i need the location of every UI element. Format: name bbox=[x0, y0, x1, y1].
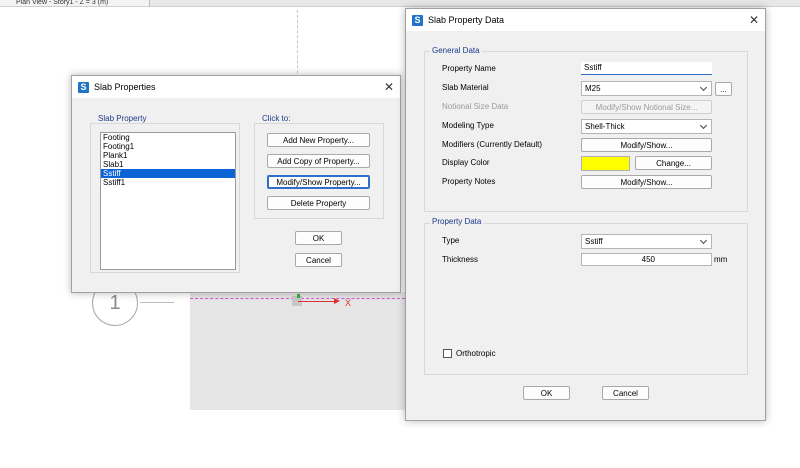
material-more-button[interactable]: ... bbox=[715, 82, 732, 96]
modeling-type-label: Modeling Type bbox=[442, 121, 494, 130]
delete-property-button[interactable]: Delete Property bbox=[267, 196, 370, 210]
add-copy-property-button[interactable]: Add Copy of Property... bbox=[267, 154, 370, 168]
app-logo-icon: S bbox=[412, 14, 423, 26]
property-name-label: Property Name bbox=[442, 64, 496, 73]
notional-size-button[interactable]: Modify/Show Notional Size... bbox=[581, 100, 712, 114]
plan-canvas-area[interactable] bbox=[190, 292, 410, 410]
change-color-button[interactable]: Change... bbox=[635, 156, 712, 170]
thickness-label: Thickness bbox=[442, 255, 479, 264]
notional-size-label: Notional Size Data bbox=[442, 102, 509, 111]
x-axis-arrowhead bbox=[334, 298, 340, 304]
list-item[interactable]: Footing1 bbox=[101, 142, 235, 151]
general-data-group-label: General Data bbox=[430, 46, 482, 55]
add-new-property-button[interactable]: Add New Property... bbox=[267, 133, 370, 147]
x-axis-label: X bbox=[345, 298, 352, 308]
tab-strip bbox=[150, 0, 800, 7]
thickness-unit: mm bbox=[714, 255, 728, 264]
display-color-label: Display Color bbox=[442, 158, 490, 167]
chevron-down-icon bbox=[699, 83, 708, 92]
close-icon[interactable]: ✕ bbox=[378, 76, 400, 98]
slab-property-list[interactable]: Footing Footing1 Plank1 Slab1 Sstiff Sstiff1 bbox=[100, 132, 236, 270]
slab-material-label: Slab Material bbox=[442, 83, 489, 92]
cancel-button[interactable]: Cancel bbox=[295, 253, 342, 267]
plan-view-tab[interactable]: Plan View - Story1 - Z = 3 (m) bbox=[0, 0, 150, 7]
titlebar[interactable]: S Slab Properties ✕ bbox=[72, 76, 400, 98]
orthotropic-label: Orthotropic bbox=[456, 349, 496, 358]
property-data-group-label: Property Data bbox=[430, 217, 484, 226]
grid-bubble-leader bbox=[140, 302, 174, 303]
orthotropic-checkbox[interactable] bbox=[443, 349, 452, 358]
list-item[interactable]: Slab1 bbox=[101, 160, 235, 169]
property-notes-button[interactable]: Modify/Show... bbox=[581, 175, 712, 189]
app-logo-icon: S bbox=[78, 81, 89, 93]
modify-show-property-button[interactable]: Modify/Show Property... bbox=[267, 175, 370, 189]
cancel-button[interactable]: Cancel bbox=[602, 386, 649, 400]
modeling-type-select[interactable]: Shell-Thick bbox=[581, 119, 712, 134]
x-axis-arrow bbox=[298, 301, 336, 302]
list-item[interactable]: Sstiff bbox=[101, 169, 235, 178]
y-axis-stub bbox=[297, 294, 300, 298]
property-name-input[interactable]: Sstiff bbox=[581, 62, 712, 75]
slab-property-group-label: Slab Property bbox=[96, 114, 149, 123]
ok-button[interactable]: OK bbox=[295, 231, 342, 245]
titlebar[interactable]: S Slab Property Data ✕ bbox=[406, 9, 765, 31]
display-color-swatch[interactable] bbox=[581, 156, 630, 171]
modeling-type-value: Shell-Thick bbox=[585, 122, 625, 131]
type-select[interactable]: Sstiff bbox=[581, 234, 712, 249]
click-to-group-label: Click to: bbox=[260, 114, 293, 123]
property-notes-label: Property Notes bbox=[442, 177, 496, 186]
slab-property-data-dialog: S Slab Property Data ✕ General Data Prop… bbox=[405, 8, 766, 421]
close-icon[interactable]: ✕ bbox=[743, 9, 765, 31]
chevron-down-icon bbox=[699, 121, 708, 130]
list-item[interactable]: Sstiff1 bbox=[101, 178, 235, 187]
slab-properties-dialog: S Slab Properties ✕ Slab Property Footin… bbox=[71, 75, 401, 293]
list-item[interactable]: Plank1 bbox=[101, 151, 235, 160]
thickness-input[interactable]: 450 bbox=[581, 253, 712, 266]
slab-material-select[interactable]: M25 bbox=[581, 81, 712, 96]
chevron-down-icon bbox=[699, 236, 708, 245]
ok-button[interactable]: OK bbox=[523, 386, 570, 400]
type-label: Type bbox=[442, 236, 460, 245]
dialog-title: Slab Properties bbox=[94, 82, 156, 92]
slab-material-value: M25 bbox=[585, 84, 601, 93]
modifiers-button[interactable]: Modify/Show... bbox=[581, 138, 712, 152]
modifiers-label: Modifiers (Currently Default) bbox=[442, 140, 543, 149]
dialog-title: Slab Property Data bbox=[428, 15, 505, 25]
type-value: Sstiff bbox=[585, 237, 603, 246]
list-item[interactable]: Footing bbox=[101, 133, 235, 142]
